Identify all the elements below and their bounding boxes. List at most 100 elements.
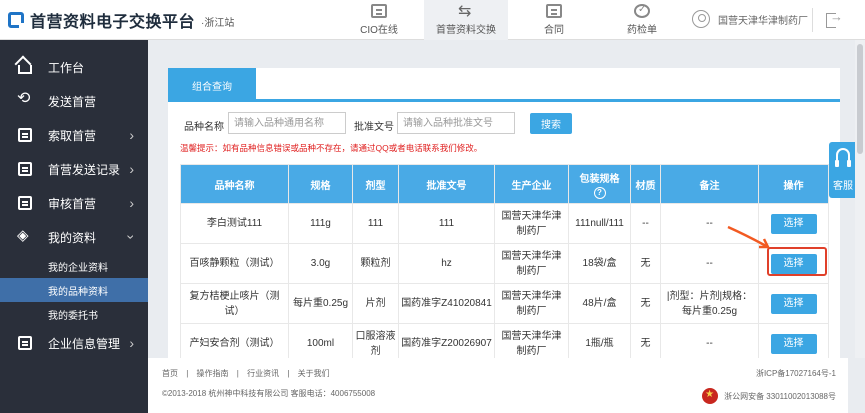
sidebar-item-workbench[interactable]: 工作台 bbox=[0, 50, 148, 84]
layers-icon bbox=[17, 226, 32, 244]
cell-maker: 国营天津华津制药厂 bbox=[494, 203, 569, 244]
cell-pack: 48片/盒 bbox=[568, 283, 631, 324]
col-header: 品种名称 bbox=[180, 164, 289, 204]
cell-material: 无 bbox=[630, 323, 661, 358]
user-avatar-icon bbox=[692, 10, 710, 28]
doc-icon bbox=[371, 4, 387, 18]
nav-inspection[interactable]: 药检单 bbox=[610, 0, 674, 40]
table-header-row: 品种名称 规格 剂型 批准文号 生产企业 包装规格 ? 材质 备注 操作 bbox=[180, 164, 829, 204]
footer-police[interactable]: 浙公网安备 33011002013088号 bbox=[702, 388, 836, 404]
cell-form: 颗粒剂 bbox=[352, 243, 399, 284]
col-header: 剂型 bbox=[352, 164, 399, 204]
request-icon bbox=[18, 128, 32, 142]
chevron-right-icon: › bbox=[129, 161, 134, 177]
footer-link-about[interactable]: 关于我们 bbox=[298, 369, 330, 378]
col-header-pack: 包装规格 ? bbox=[568, 164, 631, 204]
sidebar-item-my-data[interactable]: 我的资料 › bbox=[0, 220, 148, 254]
inspection-icon bbox=[634, 4, 650, 18]
sidebar: 工作台 发送首营 索取首营 › 首营发送记录 › 审核首营 › 我的资料 › 我… bbox=[0, 40, 148, 413]
col-header: 生产企业 bbox=[494, 164, 569, 204]
sidebar-item-audit[interactable]: 审核首营 › bbox=[0, 186, 148, 220]
scrollbar-thumb[interactable] bbox=[857, 44, 863, 154]
tab-combined-query[interactable]: 组合查询 bbox=[168, 68, 256, 102]
warm-hint: 温馨提示：如有品种信息错误或品种不存在，请通过QQ或者电话联系我们修改。 bbox=[180, 143, 483, 153]
help-icon[interactable]: ? bbox=[593, 186, 606, 199]
footer-sep: | bbox=[186, 369, 189, 378]
nav-label: 合同 bbox=[544, 25, 564, 36]
cell-approval: 国药准字Z20026907 bbox=[398, 323, 495, 358]
col-header: 批准文号 bbox=[398, 164, 495, 204]
sidebar-item-enterprise-info[interactable]: 企业信息管理 › bbox=[0, 326, 148, 360]
logout-icon[interactable] bbox=[826, 9, 843, 28]
platform-logo[interactable]: 首营资料电子交换平台 ·浙江站 bbox=[8, 9, 234, 31]
cell-action: 选择 bbox=[758, 323, 829, 358]
cell-name: 产妇安合剂（测试） bbox=[180, 323, 289, 358]
cell-approval: 111 bbox=[398, 203, 495, 244]
chevron-right-icon: › bbox=[129, 195, 134, 211]
cell-maker: 国营天津华津制药厂 bbox=[494, 283, 569, 324]
query-panel: 组合查询 品种名称 批准文号 搜索 温馨提示：如有品种信息错误或品种不存在，请通… bbox=[168, 68, 840, 358]
footer-copyright: ©2013-2018 杭州神中科技有限公司 客服电话：4006755008 bbox=[162, 389, 376, 398]
footer-link-home[interactable]: 首页 bbox=[162, 369, 178, 378]
tab-bar: 组合查询 bbox=[168, 68, 840, 102]
search-form: 品种名称 批准文号 搜索 bbox=[168, 112, 840, 136]
scrollbar[interactable] bbox=[855, 40, 865, 358]
select-button-highlighted[interactable]: 选择 bbox=[770, 253, 817, 274]
cell-form: 111 bbox=[352, 203, 399, 244]
sidebar-item-label: 我的资料 bbox=[48, 230, 97, 245]
col-header: 规格 bbox=[288, 164, 353, 204]
cell-approval: 国药准字Z41020841 bbox=[398, 283, 495, 324]
headset-icon bbox=[835, 148, 851, 167]
sidebar-sub-letter[interactable]: 我的委托书 bbox=[0, 302, 148, 326]
loop-icon bbox=[17, 88, 32, 108]
nav-contract[interactable]: 合同 bbox=[524, 0, 584, 40]
variety-name-input[interactable] bbox=[228, 112, 346, 134]
user-name: 国营天津华津制药厂 bbox=[718, 15, 808, 27]
audit-icon bbox=[18, 196, 32, 210]
header-divider bbox=[812, 8, 813, 32]
enterprise-icon bbox=[18, 336, 32, 350]
sidebar-item-label: 工作台 bbox=[48, 60, 85, 75]
sidebar-item-label: 审核首营 bbox=[48, 196, 97, 211]
nav-label: 首营资料交换 bbox=[436, 25, 496, 36]
sidebar-item-request[interactable]: 索取首营 › bbox=[0, 118, 148, 152]
cell-action: 选择 bbox=[758, 283, 829, 324]
cell-approval: hz bbox=[398, 243, 495, 284]
cell-note: |剂型：片剂|规格：每片重0.25g bbox=[660, 283, 759, 324]
table-row: 复方桔梗止咳片（测试） 每片重0.25g 片剂 国药准字Z41020841 国营… bbox=[180, 283, 829, 324]
footer-link-news[interactable]: 行业资讯 bbox=[247, 369, 279, 378]
sidebar-item-send[interactable]: 发送首营 bbox=[0, 84, 148, 118]
sidebar-item-records[interactable]: 首营发送记录 › bbox=[0, 152, 148, 186]
cell-pack: 111null/111 bbox=[568, 203, 631, 244]
cell-note: -- bbox=[660, 243, 759, 284]
table-row: 百咳静颗粒（测试） 3.0g 颗粒剂 hz 国营天津华津制药厂 18袋/盒 无 … bbox=[180, 243, 829, 284]
cell-name: 李白测试111 bbox=[180, 203, 289, 244]
footer-police-text: 浙公网安备 33011002013088号 bbox=[724, 391, 836, 401]
cell-spec: 3.0g bbox=[288, 243, 353, 284]
cell-material: -- bbox=[630, 203, 661, 244]
footer-icp[interactable]: 浙ICP备17027164号-1 bbox=[756, 368, 836, 379]
select-button[interactable]: 选择 bbox=[770, 213, 817, 234]
col-header: 材质 bbox=[630, 164, 661, 204]
nav-cio-online[interactable]: CIO在线 bbox=[352, 0, 406, 40]
customer-service-button[interactable]: 客服 bbox=[829, 142, 857, 198]
approval-number-label: 批准文号 bbox=[354, 122, 394, 133]
cell-note: -- bbox=[660, 203, 759, 244]
select-button[interactable]: 选择 bbox=[770, 293, 817, 314]
nav-exchange[interactable]: 首营资料交换 bbox=[424, 0, 508, 40]
approval-number-input[interactable] bbox=[397, 112, 515, 134]
footer-link-guide[interactable]: 操作指南 bbox=[197, 369, 229, 378]
sidebar-item-label: 首营发送记录 bbox=[48, 162, 121, 177]
cell-maker: 国营天津华津制药厂 bbox=[494, 243, 569, 284]
home-icon bbox=[18, 65, 32, 74]
chevron-down-icon: › bbox=[123, 234, 140, 240]
chevron-right-icon: › bbox=[129, 335, 134, 351]
customer-service-label: 客服 bbox=[833, 181, 853, 192]
select-button[interactable]: 选择 bbox=[770, 333, 817, 354]
sidebar-sub-enterprise[interactable]: 我的企业资料 bbox=[0, 254, 148, 278]
cell-action: 选择 bbox=[758, 203, 829, 244]
user-menu[interactable]: 国营天津华津制药厂 bbox=[692, 10, 808, 28]
sidebar-item-label: 发送首营 bbox=[48, 94, 97, 109]
sidebar-sub-varieties[interactable]: 我的品种资料 bbox=[0, 278, 148, 302]
search-button[interactable]: 搜索 bbox=[530, 113, 572, 134]
